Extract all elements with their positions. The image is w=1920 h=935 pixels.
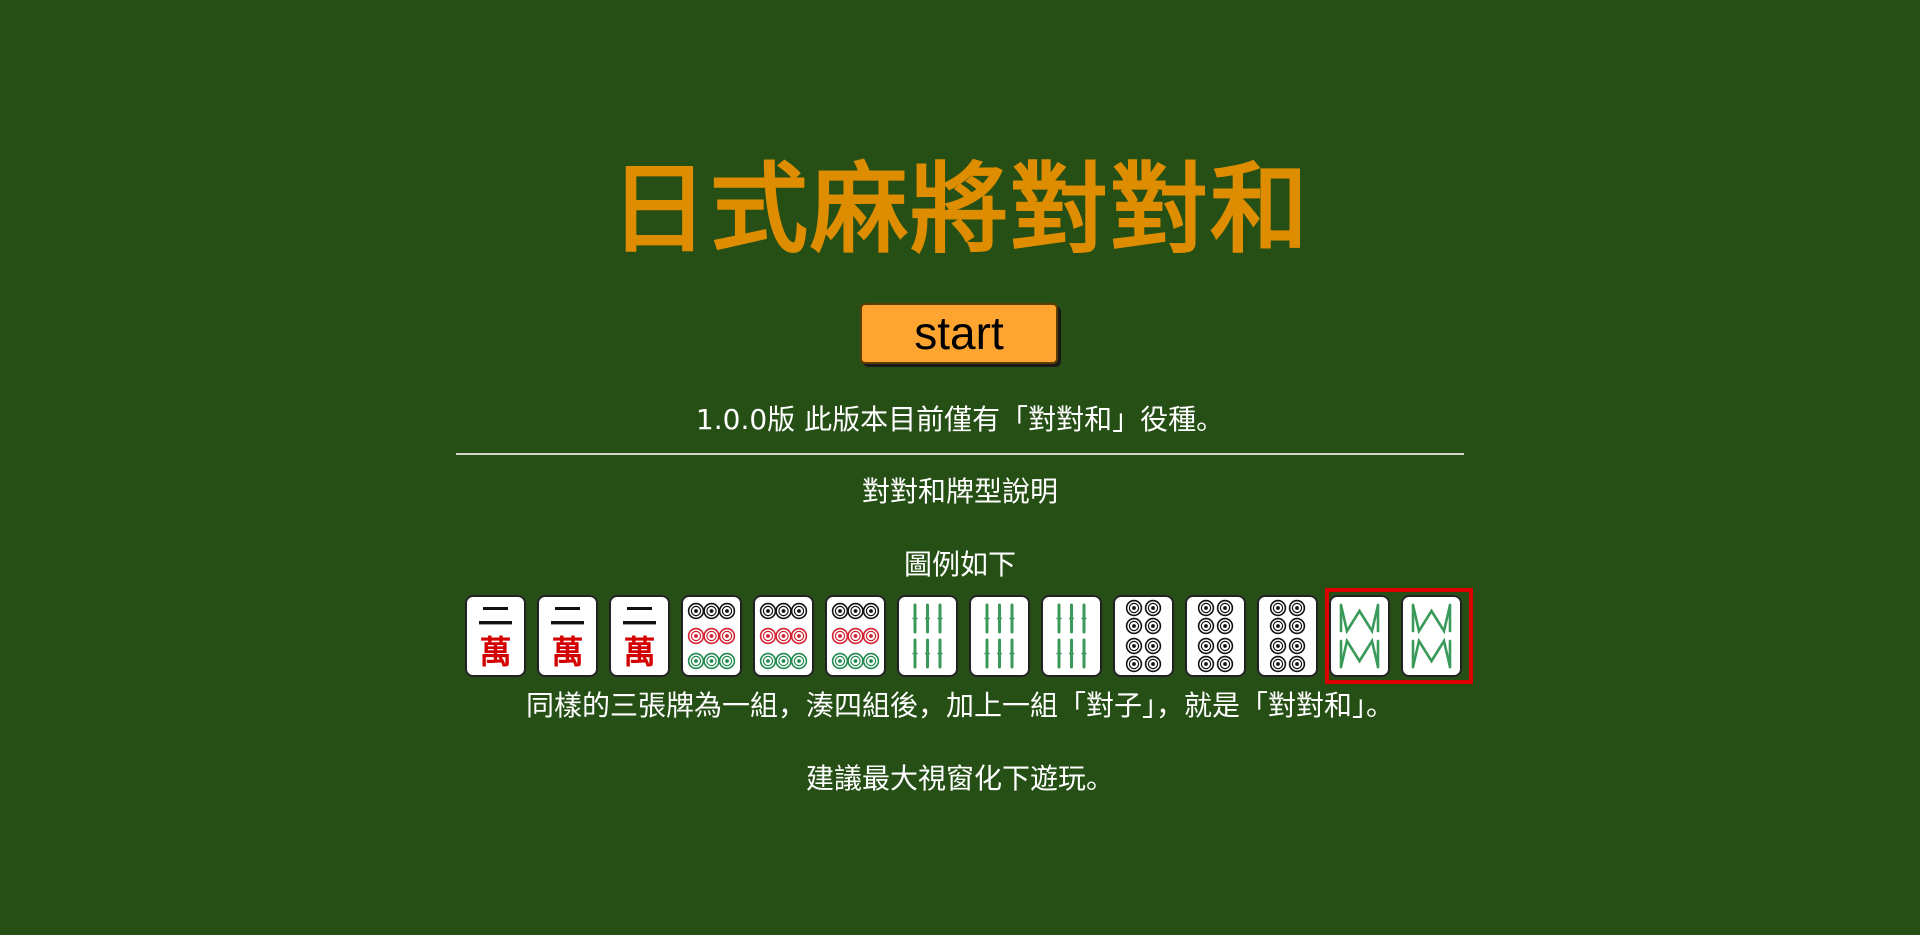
hand-explanation-heading: 對對和牌型說明 [861, 475, 1058, 508]
mahjong-tile-man-2: 萬 [537, 595, 598, 677]
mahjong-tile-pin-9 [753, 595, 814, 677]
mahjong-tile-pin-8 [1257, 595, 1318, 677]
svg-text:萬: 萬 [551, 633, 583, 671]
hand-description: 同樣的三張牌為一組，湊四組後，加上一組「對子」，就是「對對和」。 [525, 689, 1394, 722]
mahjong-tile-pin-8 [1113, 595, 1174, 677]
svg-text:萬: 萬 [623, 633, 655, 671]
tile-face-icon [759, 602, 808, 670]
mahjong-tile-sou-6 [969, 595, 1030, 677]
mahjong-tile-man-2: 萬 [609, 595, 670, 677]
tile-face-icon: 萬 [551, 607, 584, 671]
start-button[interactable]: start [860, 303, 1058, 364]
divider [456, 453, 1464, 455]
tile-face-icon [1125, 599, 1162, 673]
play-advice: 建議最大視窗化下遊玩。 [805, 762, 1114, 795]
mahjong-tile-sou-6 [897, 595, 958, 677]
tile-face-icon: 萬 [479, 607, 512, 671]
mahjong-tile-man-2: 萬 [465, 595, 526, 677]
svg-text:萬: 萬 [479, 633, 511, 671]
version-note: 1.0.0版 此版本目前僅有「對對和」役種。 [695, 403, 1225, 436]
tile-face-icon [1197, 599, 1234, 673]
mahjong-tile-pin-8 [1185, 595, 1246, 677]
mahjong-tile-pin-9 [681, 595, 742, 677]
mahjong-tile-sou-6 [1041, 595, 1102, 677]
tile-face-icon [984, 603, 1015, 669]
tile-face-icon [1269, 599, 1306, 673]
example-label: 圖例如下 [903, 548, 1016, 581]
pair-highlight-box [1325, 588, 1473, 684]
tile-face-icon [831, 602, 880, 670]
tile-face-icon: 萬 [623, 607, 656, 671]
tile-face-icon [1056, 603, 1087, 669]
mahjong-tile-pin-9 [825, 595, 886, 677]
game-title: 日式麻將對對和 [609, 153, 1310, 267]
tile-face-icon [687, 602, 736, 670]
game-start-screen: 日式麻將對對和 start 1.0.0版 此版本目前僅有「對對和」役種。 對對和… [0, 0, 1920, 935]
tile-face-icon [912, 603, 943, 669]
